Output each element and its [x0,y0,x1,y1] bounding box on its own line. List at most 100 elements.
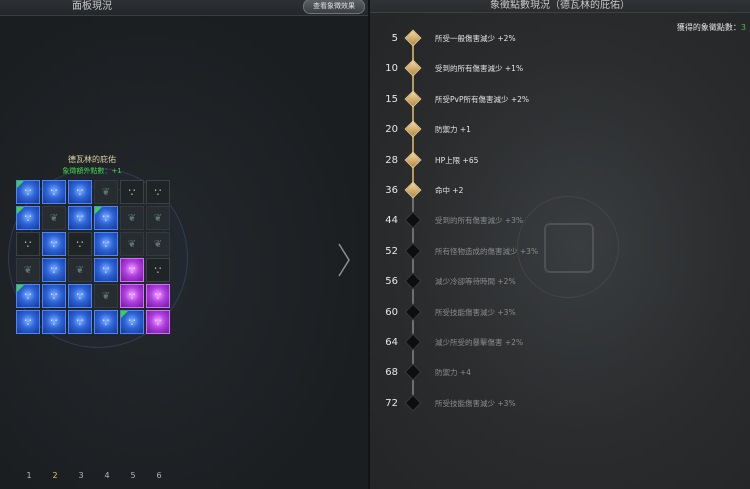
board-tile[interactable]: ∵ [146,284,170,308]
board-tile[interactable]: ❦ [146,206,170,230]
eye-sigil-icon: ∵ [128,315,136,329]
board-tile[interactable]: ∵ [120,258,144,282]
reward-level: 36 [385,185,398,196]
board-tile[interactable]: ∵ [42,232,66,256]
board-tile[interactable]: ∵ [16,232,40,256]
board-tile[interactable]: ∵ [94,206,118,230]
reward-text: 防禦力 +4 [435,368,471,378]
board-tile[interactable]: ∵ [16,180,40,204]
reward-level: 72 [385,397,398,409]
reward-text: 所受一般傷害減少 +2% [435,34,516,43]
diamond-icon [404,333,422,351]
view-effects-button[interactable]: 查看象徵效果 [303,0,365,14]
chevron-right-icon[interactable] [337,242,351,278]
board-tile[interactable]: ∵ [94,310,118,334]
points-header-title: 象徵點數現況（德瓦林的庇佑） [490,0,630,11]
reward-text: 所受技能傷害減少 +3% [435,398,516,408]
eye-sigil-icon: ∵ [76,315,84,329]
eye-sigil-icon: ∵ [24,315,32,329]
eye-sigil-icon: ∵ [128,263,136,277]
page-number[interactable]: 3 [68,468,94,484]
board-tile[interactable]: ∵ [94,232,118,256]
reward-level: 60 [385,306,398,318]
board-tile[interactable]: ∵ [68,206,92,230]
reward-row: 5 所受一般傷害減少 +2% [370,29,750,47]
eye-sigil-icon: ∵ [154,289,162,303]
eye-sigil-icon: ∵ [102,211,110,225]
board-tile[interactable]: ∵ [16,310,40,334]
eye-sigil-icon: ∵ [24,289,32,303]
board-tile[interactable]: ❦ [68,258,92,282]
leaf-slot-icon: ❦ [23,264,33,276]
diamond-icon [404,181,422,199]
board-tile[interactable]: ∵ [68,232,92,256]
reward-text: 防禦力 +1 [435,125,471,135]
reward-level: 10 [385,63,398,75]
diamond-icon [404,242,422,260]
diamond-icon [404,90,422,108]
eye-sigil-icon: ∵ [102,263,110,277]
board-tile[interactable]: ∵ [16,206,40,230]
diamond-icon [404,59,422,77]
board-tile[interactable]: ∵ [42,180,66,204]
page-number[interactable]: 2 [42,468,68,485]
leaf-slot-icon: ❦ [75,264,85,276]
board-tile[interactable]: ❦ [42,206,66,230]
board-tile[interactable]: ∵ [42,310,66,334]
eye-sigil-icon: ∵ [76,211,84,225]
board-tile[interactable]: ∵ [120,284,144,308]
board-tile[interactable]: ∵ [16,284,40,308]
reward-text: 命中 +2 [435,186,464,195]
reward-text: 所受技能傷害減少 +3% [435,307,516,317]
reward-row: 44 受到的所有傷害減少 +3% [370,211,750,229]
reward-row: 10 受到的所有傷害減少 +1% [370,59,750,77]
leaf-slot-icon: ❦ [101,186,111,198]
diamond-icon [404,394,422,412]
reward-level: 15 [385,93,398,105]
reward-text: 受到的所有傷害減少 +1% [435,64,524,74]
page-number[interactable]: 1 [16,468,42,484]
eye-sigil-icon: ∵ [128,289,136,303]
board-tile[interactable]: ∵ [42,258,66,282]
reward-text: 所受PvP所有傷害減少 +2% [435,94,530,104]
diamond-icon [404,303,422,321]
board-tile[interactable]: ∵ [68,310,92,334]
eye-sigil-icon: ∵ [76,185,84,199]
board-tile[interactable]: ❦ [16,258,40,282]
eye-sigil-icon: ∵ [102,315,110,329]
reward-text: 受到的所有傷害減少 +3% [435,216,524,226]
corner-marker-icon [17,181,24,188]
reward-row: 15 所受PvP所有傷害減少 +2% [370,90,750,108]
reward-row: 56 減少冷卻等待時間 +2% [370,272,750,290]
leaf-slot-icon: ❦ [153,238,163,250]
eye-sigil-icon: ∵ [24,237,32,251]
diamond-icon [404,363,422,381]
reward-level: 5 [391,33,398,44]
board-tile[interactable]: ∵ [120,180,144,204]
board-tile[interactable]: ❦ [94,180,118,204]
board-header-title: 面板現況 [72,1,112,12]
page-number[interactable]: 4 [94,468,120,484]
eye-sigil-icon: ∵ [128,185,136,199]
corner-marker-icon [95,207,102,214]
board-tile[interactable]: ∵ [42,284,66,308]
board-tile[interactable]: ∵ [68,284,92,308]
board-tile[interactable]: ∵ [146,258,170,282]
board-tile[interactable]: ❦ [94,284,118,308]
eye-sigil-icon: ∵ [50,263,58,277]
board-tile[interactable]: ∵ [68,180,92,204]
corner-marker-icon [17,207,24,214]
reward-row: 20 防禦力 +1 [370,120,750,138]
board-tile[interactable]: ∵ [146,310,170,334]
board-tile[interactable]: ❦ [120,232,144,256]
page-selector: 123456 [16,468,172,485]
board-tile[interactable]: ❦ [146,232,170,256]
page-number[interactable]: 5 [120,468,146,484]
page-number[interactable]: 6 [146,468,172,484]
eye-sigil-icon: ∵ [154,263,162,277]
board-tile[interactable]: ❦ [120,206,144,230]
board-tile[interactable]: ∵ [94,258,118,282]
earned-points-value: 3 [740,23,746,32]
board-tile[interactable]: ∵ [146,180,170,204]
board-tile[interactable]: ∵ [120,310,144,334]
